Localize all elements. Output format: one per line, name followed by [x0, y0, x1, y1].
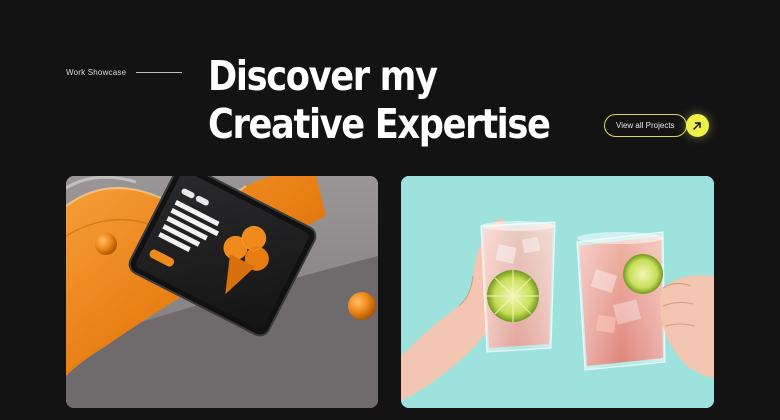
- project-card-tablet[interactable]: [66, 176, 378, 408]
- title-line-2: Creative Expertise: [208, 100, 551, 148]
- eyebrow-divider: [136, 72, 183, 73]
- cocktail-toast-image: [401, 176, 714, 408]
- section-title: Discover my Creative Expertise: [208, 52, 551, 148]
- project-card-cocktails[interactable]: [401, 176, 714, 408]
- view-all-projects-link[interactable]: View all Projects: [604, 114, 709, 137]
- arrow-up-right-icon[interactable]: [685, 114, 709, 137]
- tablet-mockup-image: [66, 176, 378, 408]
- view-all-projects-button[interactable]: View all Projects: [604, 114, 687, 137]
- title-line-1: Discover my: [208, 52, 438, 100]
- eyebrow-label: Work Showcase: [66, 68, 127, 77]
- section-eyebrow: Work Showcase: [66, 68, 183, 77]
